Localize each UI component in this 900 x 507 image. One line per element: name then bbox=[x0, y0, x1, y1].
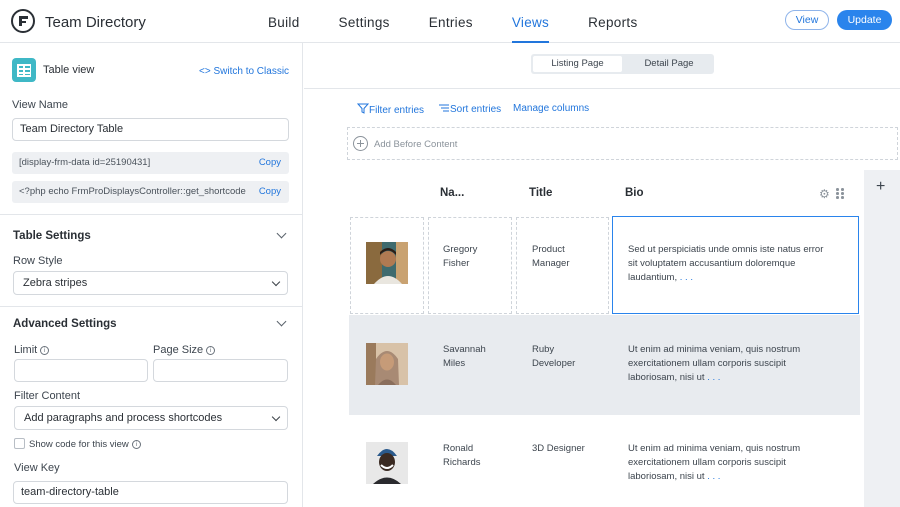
view-name-label: View Name bbox=[12, 99, 69, 111]
row-style-label: Row Style bbox=[13, 255, 63, 267]
column-header-title[interactable]: Title bbox=[529, 187, 552, 199]
table-settings-title: Table Settings bbox=[13, 230, 91, 242]
column-header-bio[interactable]: Bio bbox=[625, 187, 644, 199]
view-type-label: Table view bbox=[43, 64, 95, 76]
chevron-down-icon[interactable] bbox=[276, 316, 287, 327]
tab-listing-page[interactable]: Listing Page bbox=[533, 56, 622, 72]
bio-cell: Ut enim ad minima veniam, quis nostrum ex… bbox=[628, 344, 801, 383]
nav-settings[interactable]: Settings bbox=[339, 0, 390, 43]
advanced-settings-title: Advanced Settings bbox=[13, 318, 117, 330]
gear-icon[interactable]: ⚙ bbox=[819, 187, 830, 201]
title-cell: Ruby Developer bbox=[532, 344, 576, 369]
nav-views[interactable]: Views bbox=[511, 0, 550, 43]
nav-build[interactable]: Build bbox=[268, 0, 300, 43]
drag-handle-icon[interactable] bbox=[836, 188, 844, 199]
chevron-down-icon[interactable] bbox=[276, 228, 287, 239]
add-before-content-label: Add Before Content bbox=[374, 139, 458, 150]
row-style-value: Zebra stripes bbox=[23, 277, 88, 289]
main-nav: Build Settings Entries Views Reports bbox=[268, 0, 677, 43]
info-icon[interactable]: i bbox=[206, 346, 216, 355]
avatar bbox=[366, 242, 408, 284]
bio-cell: Sed ut perspiciatis unde omnis iste natu… bbox=[628, 244, 824, 283]
copy-shortcode-button[interactable]: Copy bbox=[252, 152, 281, 174]
shortcode-text: [display-frm-data id=25190431] bbox=[19, 157, 151, 168]
name-cell: Gregory Fisher bbox=[443, 244, 478, 269]
table-view-icon bbox=[12, 58, 36, 82]
divider bbox=[0, 214, 302, 215]
filter-entries-link[interactable]: Filter entries bbox=[356, 103, 424, 116]
php-code-text: <?php echo FrmProDisplaysController::get… bbox=[19, 186, 246, 197]
settings-sidebar: Table view <> Switch to Classic View Nam… bbox=[0, 43, 303, 507]
divider bbox=[304, 88, 900, 89]
top-bar: Team Directory Build Settings Entries Vi… bbox=[0, 0, 900, 43]
manage-columns-link[interactable]: Manage columns bbox=[513, 103, 589, 114]
bio-cell: Ut enim ad minima veniam, quis nostrum ex… bbox=[628, 443, 801, 482]
filter-icon bbox=[356, 103, 370, 114]
add-column-panel: + bbox=[864, 170, 900, 507]
add-circle-icon[interactable] bbox=[353, 136, 368, 151]
filter-content-label: Filter Content bbox=[14, 390, 81, 402]
filter-content-select[interactable]: Add paragraphs and process shortcodes bbox=[14, 406, 288, 430]
php-code-row: <?php echo FrmProDisplaysController::get… bbox=[12, 181, 289, 203]
nav-entries[interactable]: Entries bbox=[429, 0, 473, 43]
switch-to-classic-link[interactable]: <> Switch to Classic bbox=[199, 66, 289, 77]
app-title: Team Directory bbox=[45, 14, 146, 31]
shortcode-row: [display-frm-data id=25190431] Copy bbox=[12, 152, 289, 174]
limit-input[interactable] bbox=[14, 359, 148, 382]
page-size-input[interactable] bbox=[153, 359, 288, 382]
title-cell: Product Manager bbox=[532, 244, 570, 269]
add-column-plus-icon[interactable]: + bbox=[876, 178, 885, 196]
column-header-name[interactable]: Na... bbox=[440, 187, 464, 199]
info-icon[interactable]: i bbox=[131, 440, 141, 449]
tab-detail-page[interactable]: Detail Page bbox=[626, 56, 712, 72]
nav-reports[interactable]: Reports bbox=[588, 0, 637, 43]
name-cell: Savannah Miles bbox=[443, 344, 486, 369]
show-code-label: Show code for this view i bbox=[29, 439, 141, 450]
name-cell: Ronald Richards bbox=[443, 443, 481, 468]
filter-content-value: Add paragraphs and process shortcodes bbox=[24, 412, 223, 424]
info-icon[interactable]: i bbox=[40, 346, 50, 355]
sort-icon bbox=[439, 104, 449, 112]
divider bbox=[0, 306, 302, 307]
page-tabs: Listing Page Detail Page bbox=[531, 54, 714, 74]
limit-label: Limit i bbox=[14, 344, 50, 356]
avatar bbox=[366, 343, 408, 385]
view-name-input[interactable]: Team Directory Table bbox=[12, 118, 289, 141]
show-code-checkbox[interactable] bbox=[14, 438, 25, 449]
avatar bbox=[366, 442, 408, 484]
view-key-input[interactable]: team-directory-table bbox=[13, 481, 288, 504]
chevron-down-icon bbox=[271, 412, 281, 422]
row-style-select[interactable]: Zebra stripes bbox=[13, 271, 288, 295]
chevron-down-icon bbox=[271, 277, 281, 287]
formidable-logo-icon[interactable] bbox=[11, 9, 35, 33]
page-size-label: Page Size i bbox=[153, 344, 216, 356]
view-button[interactable]: View bbox=[785, 10, 829, 30]
update-button[interactable]: Update bbox=[837, 10, 892, 30]
add-before-content-area[interactable]: Add Before Content bbox=[347, 127, 898, 160]
view-key-label: View Key bbox=[14, 462, 60, 474]
sort-entries-link[interactable]: Sort entries bbox=[438, 103, 501, 115]
copy-php-button[interactable]: Copy bbox=[252, 181, 281, 203]
title-cell: 3D Designer bbox=[532, 443, 585, 454]
